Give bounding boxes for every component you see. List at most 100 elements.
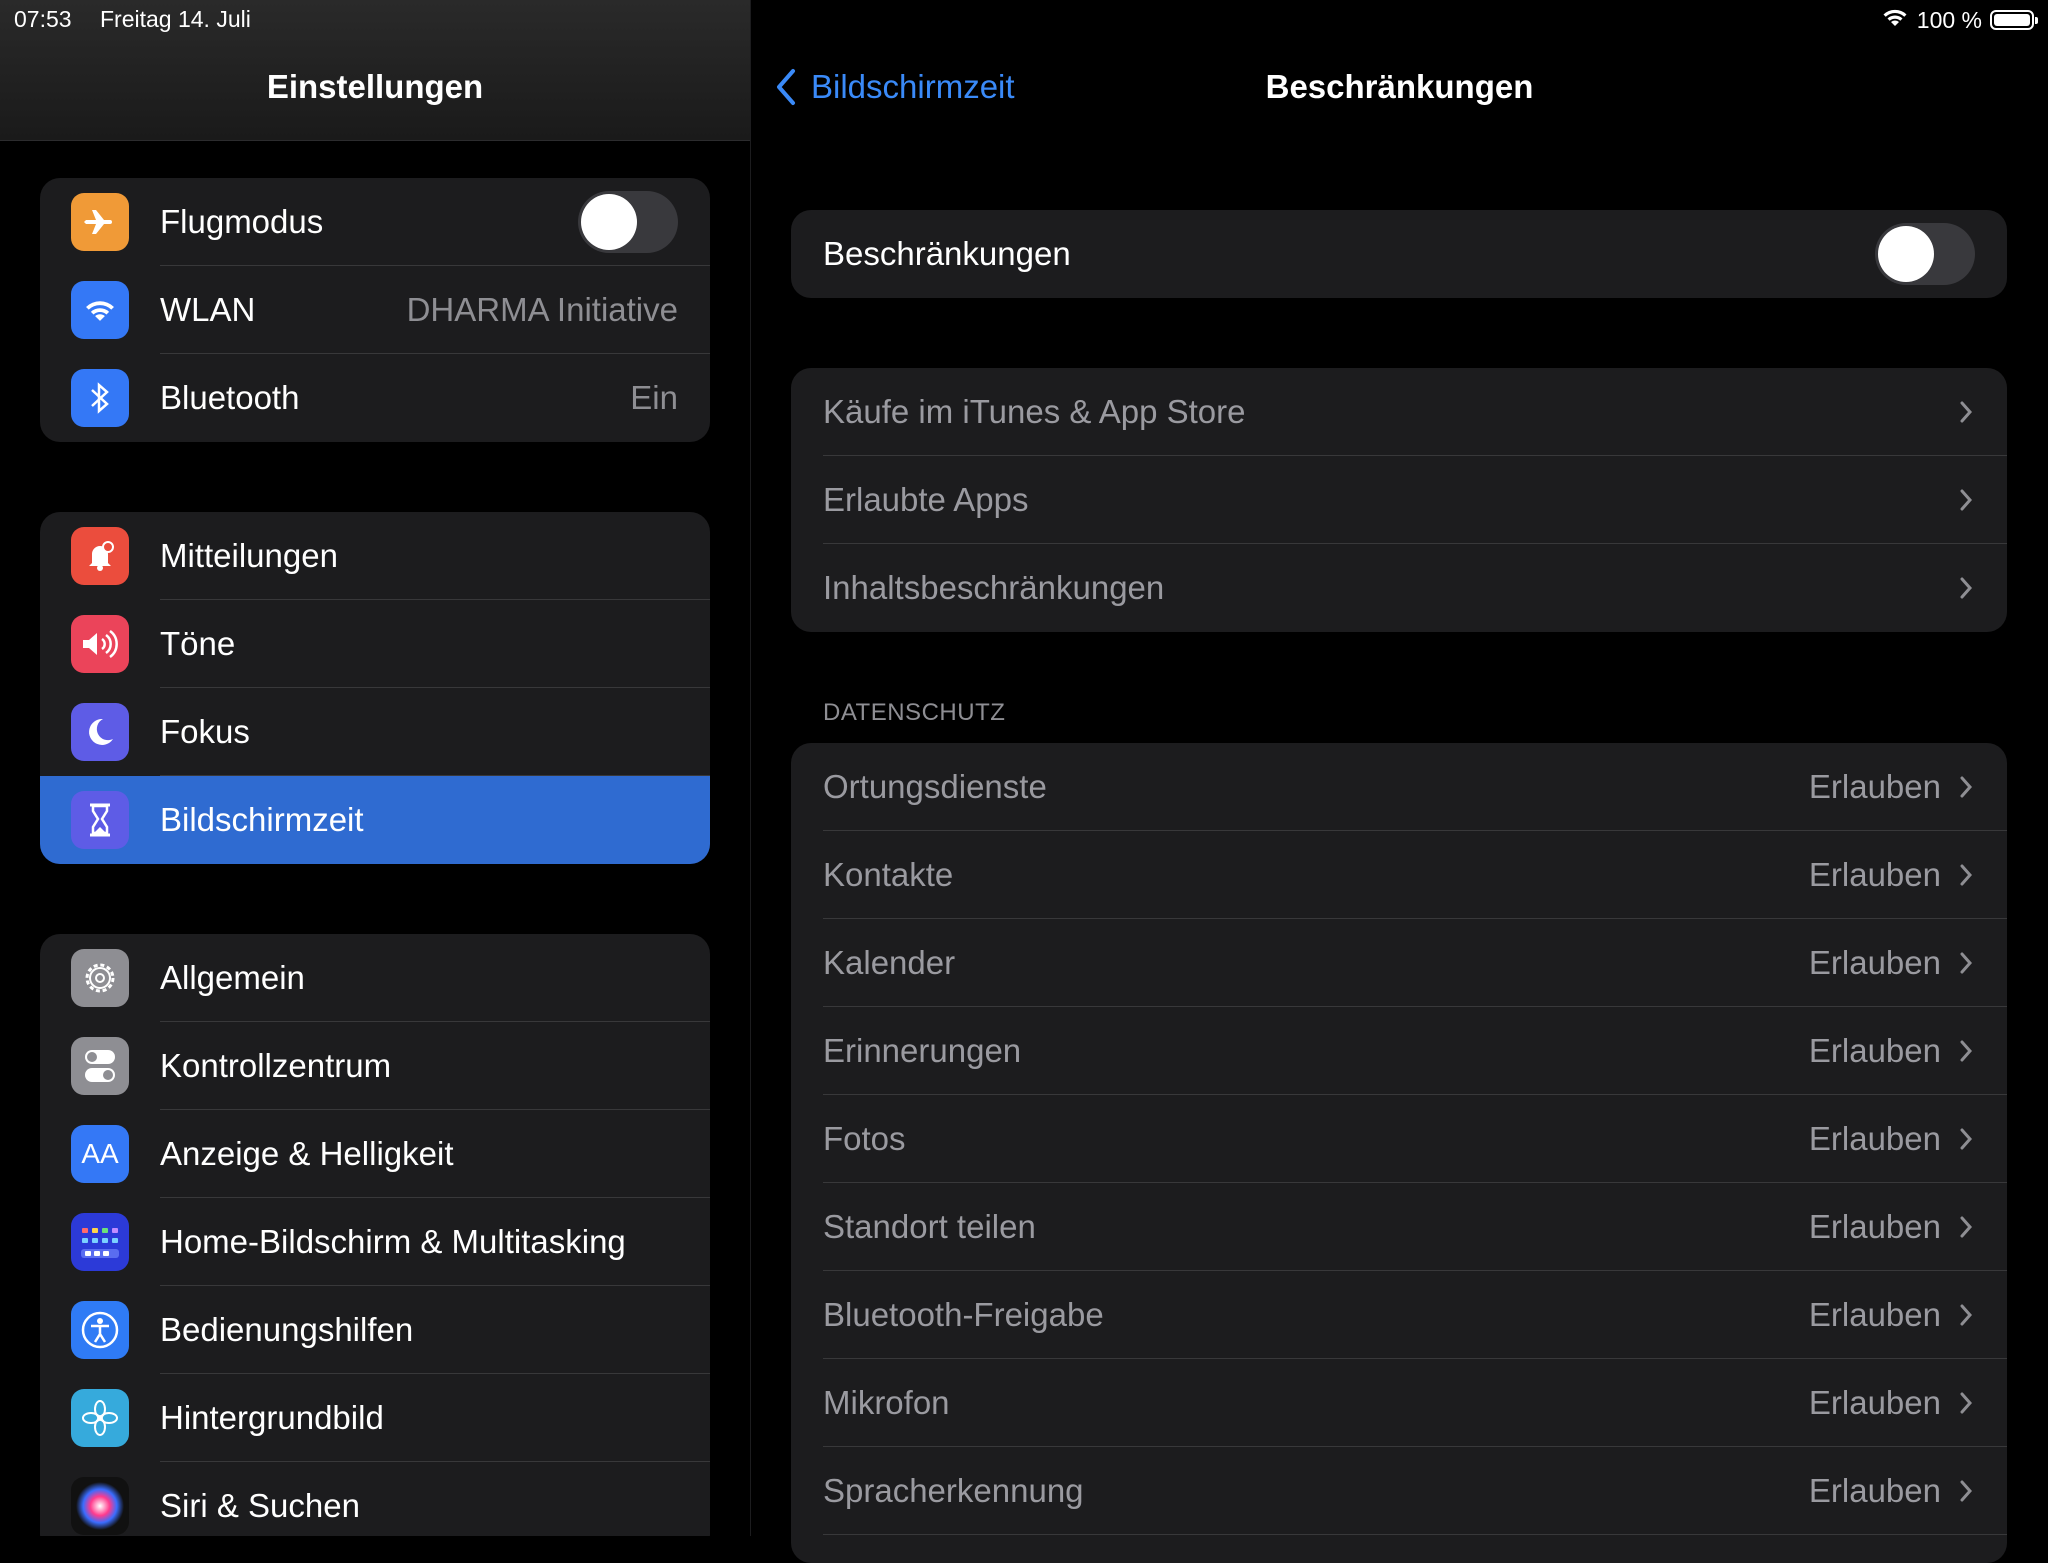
- status-time: 07:53: [14, 6, 72, 32]
- sidebar-item-bildschirmzeit[interactable]: Bildschirmzeit: [40, 776, 710, 864]
- privacy-row-label: Kontakte: [823, 856, 954, 893]
- detail-row-content-restrictions[interactable]: Inhaltsbeschränkungen: [791, 544, 2007, 632]
- privacy-row[interactable]: Erinnerungen Erlauben: [791, 1007, 2007, 1095]
- detail-row-allowed-apps[interactable]: Erlaubte Apps: [791, 456, 2007, 544]
- privacy-row-value: Erlauben: [1808, 768, 1941, 805]
- wlan-network-value: DHARMA Initiative: [406, 291, 678, 328]
- page-title: Beschränkungen: [1265, 68, 1534, 105]
- sidebar-item-allgemein[interactable]: Allgemein: [40, 934, 710, 1022]
- chevron-right-icon: [1959, 576, 1975, 600]
- sidebar-item-wlan[interactable]: WLAN DHARMA Initiative: [40, 266, 710, 354]
- privacy-row[interactable]: Bluetooth-Freigabe Erlauben: [791, 1271, 2007, 1359]
- status-bar: 07:53 Freitag 14. Juli 100 %: [0, 0, 2048, 40]
- airplane-icon: [71, 193, 129, 251]
- sidebar-item-label: Fokus: [160, 713, 250, 750]
- sidebar-group-general: Allgemein Kontrollzentrum AA Anzeige & H…: [40, 934, 710, 1536]
- gear-icon: [71, 949, 129, 1007]
- sidebar-item-label: Bedienungshilfen: [160, 1311, 414, 1348]
- privacy-row-label: Ortungsdienste: [823, 768, 1047, 805]
- privacy-row-label: Standort teilen: [823, 1208, 1036, 1245]
- wifi-icon: [1881, 6, 1909, 34]
- bluetooth-icon: [71, 369, 129, 427]
- sidebar-item-home-bildschirm[interactable]: Home-Bildschirm & Multitasking: [40, 1198, 710, 1286]
- restrictions-toggle[interactable]: [1875, 223, 1975, 285]
- moon-icon: [71, 703, 129, 761]
- restrictions-toggle-row: Beschränkungen: [791, 210, 2007, 298]
- notification-bell-icon: [71, 527, 129, 585]
- flugmodus-toggle[interactable]: [578, 191, 678, 253]
- privacy-row-value: Erlauben: [1808, 1384, 1941, 1421]
- sidebar-group-notifications: Mitteilungen Töne Fokus Bildschirmzeit: [40, 512, 710, 864]
- home-grid-icon: [71, 1213, 129, 1271]
- privacy-row-value: Erlauben: [1808, 1120, 1941, 1157]
- privacy-row[interactable]: Kalender Erlauben: [791, 919, 2007, 1007]
- sidebar-item-label: Allgemein: [160, 959, 305, 996]
- privacy-row-value: Erlauben: [1808, 1032, 1941, 1069]
- privacy-row-label: Kalender: [823, 944, 956, 981]
- privacy-row[interactable]: Kontakte Erlauben: [791, 831, 2007, 919]
- privacy-section-header: DATENSCHUTZ: [823, 699, 1006, 726]
- sidebar-item-label: Bluetooth: [160, 379, 300, 416]
- sidebar-item-toene[interactable]: Töne: [40, 600, 710, 688]
- privacy-row-value: Erlauben: [1808, 1208, 1941, 1245]
- privacy-row-value: Erlauben: [1808, 1296, 1941, 1333]
- chevron-right-icon: [1959, 1303, 1975, 1327]
- chevron-right-icon: [1959, 400, 1975, 424]
- sidebar-item-label: Home-Bildschirm & Multitasking: [160, 1223, 626, 1260]
- privacy-row-value: Erlauben: [1808, 944, 1941, 981]
- chevron-right-icon: [1959, 1391, 1975, 1415]
- sidebar-item-mitteilungen[interactable]: Mitteilungen: [40, 512, 710, 600]
- battery-icon: [1990, 10, 2038, 30]
- battery-percentage: 100 %: [1916, 6, 1982, 33]
- speaker-icon: [71, 615, 129, 673]
- hourglass-icon: [71, 791, 129, 849]
- text-size-icon: AA: [71, 1125, 129, 1183]
- chevron-right-icon: [1959, 1039, 1975, 1063]
- sidebar-item-hintergrundbild[interactable]: Hintergrundbild: [40, 1374, 710, 1462]
- privacy-row[interactable]: Mikrofon Erlauben: [791, 1359, 2007, 1447]
- bluetooth-value: Ein: [630, 379, 678, 416]
- sidebar-item-label: Bildschirmzeit: [160, 801, 364, 838]
- sidebar-item-label: Anzeige & Helligkeit: [160, 1135, 454, 1172]
- detail-row-itunes-purchases[interactable]: Käufe im iTunes & App Store: [791, 368, 2007, 456]
- sidebar-item-label: Töne: [160, 625, 236, 662]
- restrictions-master-group: Beschränkungen: [791, 210, 2007, 298]
- privacy-row-value: Erlauben: [1808, 1472, 1941, 1509]
- privacy-row[interactable]: Standort teilen Erlauben: [791, 1183, 2007, 1271]
- privacy-row[interactable]: Fotos Erlauben: [791, 1095, 2007, 1183]
- flower-icon: [71, 1389, 129, 1447]
- sidebar-item-siri[interactable]: Siri & Suchen: [40, 1462, 710, 1536]
- sidebar-group-connectivity: Flugmodus WLAN DHARMA Initiative Bluetoo…: [40, 178, 710, 442]
- sidebar-item-anzeige[interactable]: AA Anzeige & Helligkeit: [40, 1110, 710, 1198]
- privacy-group: Ortungsdienste Erlauben Kontakte Erlaube…: [791, 743, 2007, 1563]
- accessibility-icon: [71, 1301, 129, 1359]
- privacy-row[interactable]: Ortungsdienste Erlauben: [791, 743, 2007, 831]
- chevron-right-icon: [1959, 775, 1975, 799]
- switches-icon: [71, 1037, 129, 1095]
- privacy-row-label: Bluetooth-Freigabe: [823, 1296, 1104, 1333]
- chevron-right-icon: [1959, 1127, 1975, 1151]
- privacy-row-label: Spracherkennung: [823, 1472, 1084, 1509]
- settings-sidebar: Einstellungen Flugmodus WLAN DHARMA Init…: [0, 0, 751, 1536]
- sidebar-title: Einstellungen: [266, 68, 484, 105]
- sidebar-item-fokus[interactable]: Fokus: [40, 688, 710, 776]
- chevron-right-icon: [1959, 863, 1975, 887]
- privacy-row-label: Fotos: [823, 1120, 906, 1157]
- sidebar-item-label: Flugmodus: [160, 203, 324, 240]
- sidebar-item-bedienungshilfen[interactable]: Bedienungshilfen: [40, 1286, 710, 1374]
- status-right: 100 %: [1881, 6, 2038, 34]
- detail-row-label: Erlaubte Apps: [823, 481, 1029, 518]
- status-date: Freitag 14. Juli: [100, 6, 251, 32]
- privacy-row-value: Erlauben: [1808, 856, 1941, 893]
- sidebar-item-bluetooth[interactable]: Bluetooth Ein: [40, 354, 710, 442]
- chevron-right-icon: [1959, 1215, 1975, 1239]
- sidebar-item-label: Hintergrundbild: [160, 1399, 384, 1436]
- store-restrictions-group: Käufe im iTunes & App Store Erlaubte App…: [791, 368, 2007, 632]
- privacy-row-label: Mikrofon: [823, 1384, 950, 1421]
- sidebar-item-flugmodus[interactable]: Flugmodus: [40, 178, 710, 266]
- sidebar-item-kontrollzentrum[interactable]: Kontrollzentrum: [40, 1022, 710, 1110]
- sidebar-item-label: WLAN: [160, 291, 256, 328]
- privacy-row[interactable]: Spracherkennung Erlauben: [791, 1447, 2007, 1535]
- sidebar-item-label: Mitteilungen: [160, 537, 338, 574]
- chevron-right-icon: [1959, 1479, 1975, 1503]
